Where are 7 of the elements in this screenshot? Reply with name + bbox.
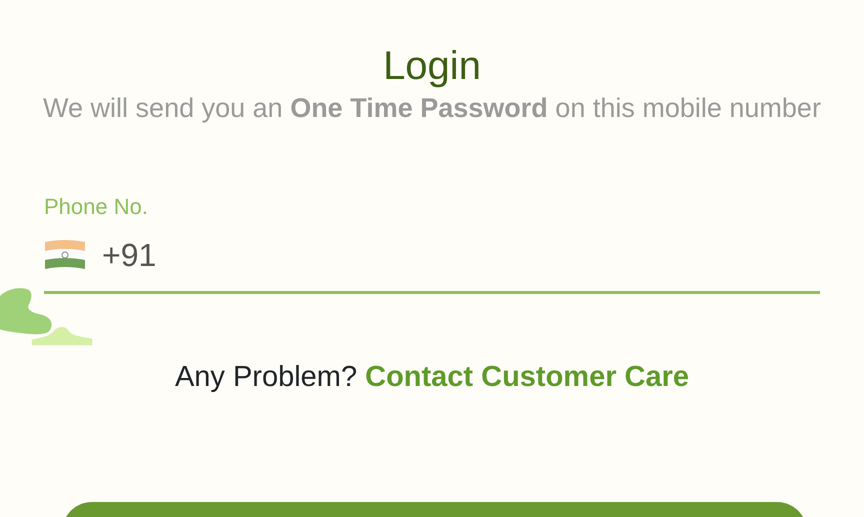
country-code: +91: [102, 236, 156, 275]
field-label: Phone No.: [44, 193, 148, 221]
page-title: Login: [383, 46, 481, 86]
phone-field[interactable]: +91: [44, 235, 820, 294]
flag-icon: [44, 239, 86, 271]
subtitle: We will send you an One Time Password on this mobile number: [42, 92, 822, 125]
help-text: Any Problem? Contact Customer Care: [174, 360, 690, 395]
